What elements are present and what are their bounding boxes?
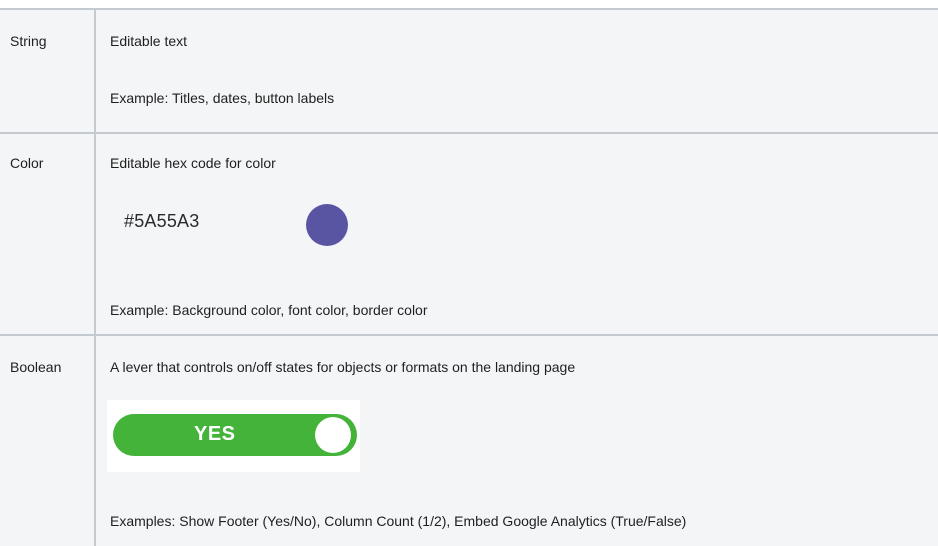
row-string-description: Editable text [110, 33, 188, 49]
row-divider-top [0, 8, 938, 10]
cell-bg-type-col [0, 8, 94, 546]
toggle-sample-frame: YES [107, 400, 360, 472]
yes-toggle-switch: YES [113, 414, 357, 456]
row-type-color: Color [10, 155, 44, 171]
row-boolean-description: A lever that controls on/off states for … [110, 359, 576, 375]
row-color-description: Editable hex code for color [110, 155, 276, 171]
row-divider-2 [0, 334, 938, 336]
row-string-example: Example: Titles, dates, button labels [110, 90, 335, 106]
toggle-knob [315, 417, 351, 453]
row-boolean-example: Examples: Show Footer (Yes/No), Column C… [110, 513, 687, 529]
row-type-string: String [10, 33, 47, 49]
row-divider-1 [0, 132, 938, 134]
column-divider [94, 8, 96, 546]
toggle-label: YES [194, 423, 236, 445]
color-hex-sample: #5A55A3 [124, 211, 200, 231]
row-type-boolean: Boolean [10, 359, 62, 375]
field-type-table: String Editable text Example: Titles, da… [0, 0, 938, 546]
color-swatch [306, 204, 348, 246]
row-color-example: Example: Background color, font color, b… [110, 302, 428, 318]
